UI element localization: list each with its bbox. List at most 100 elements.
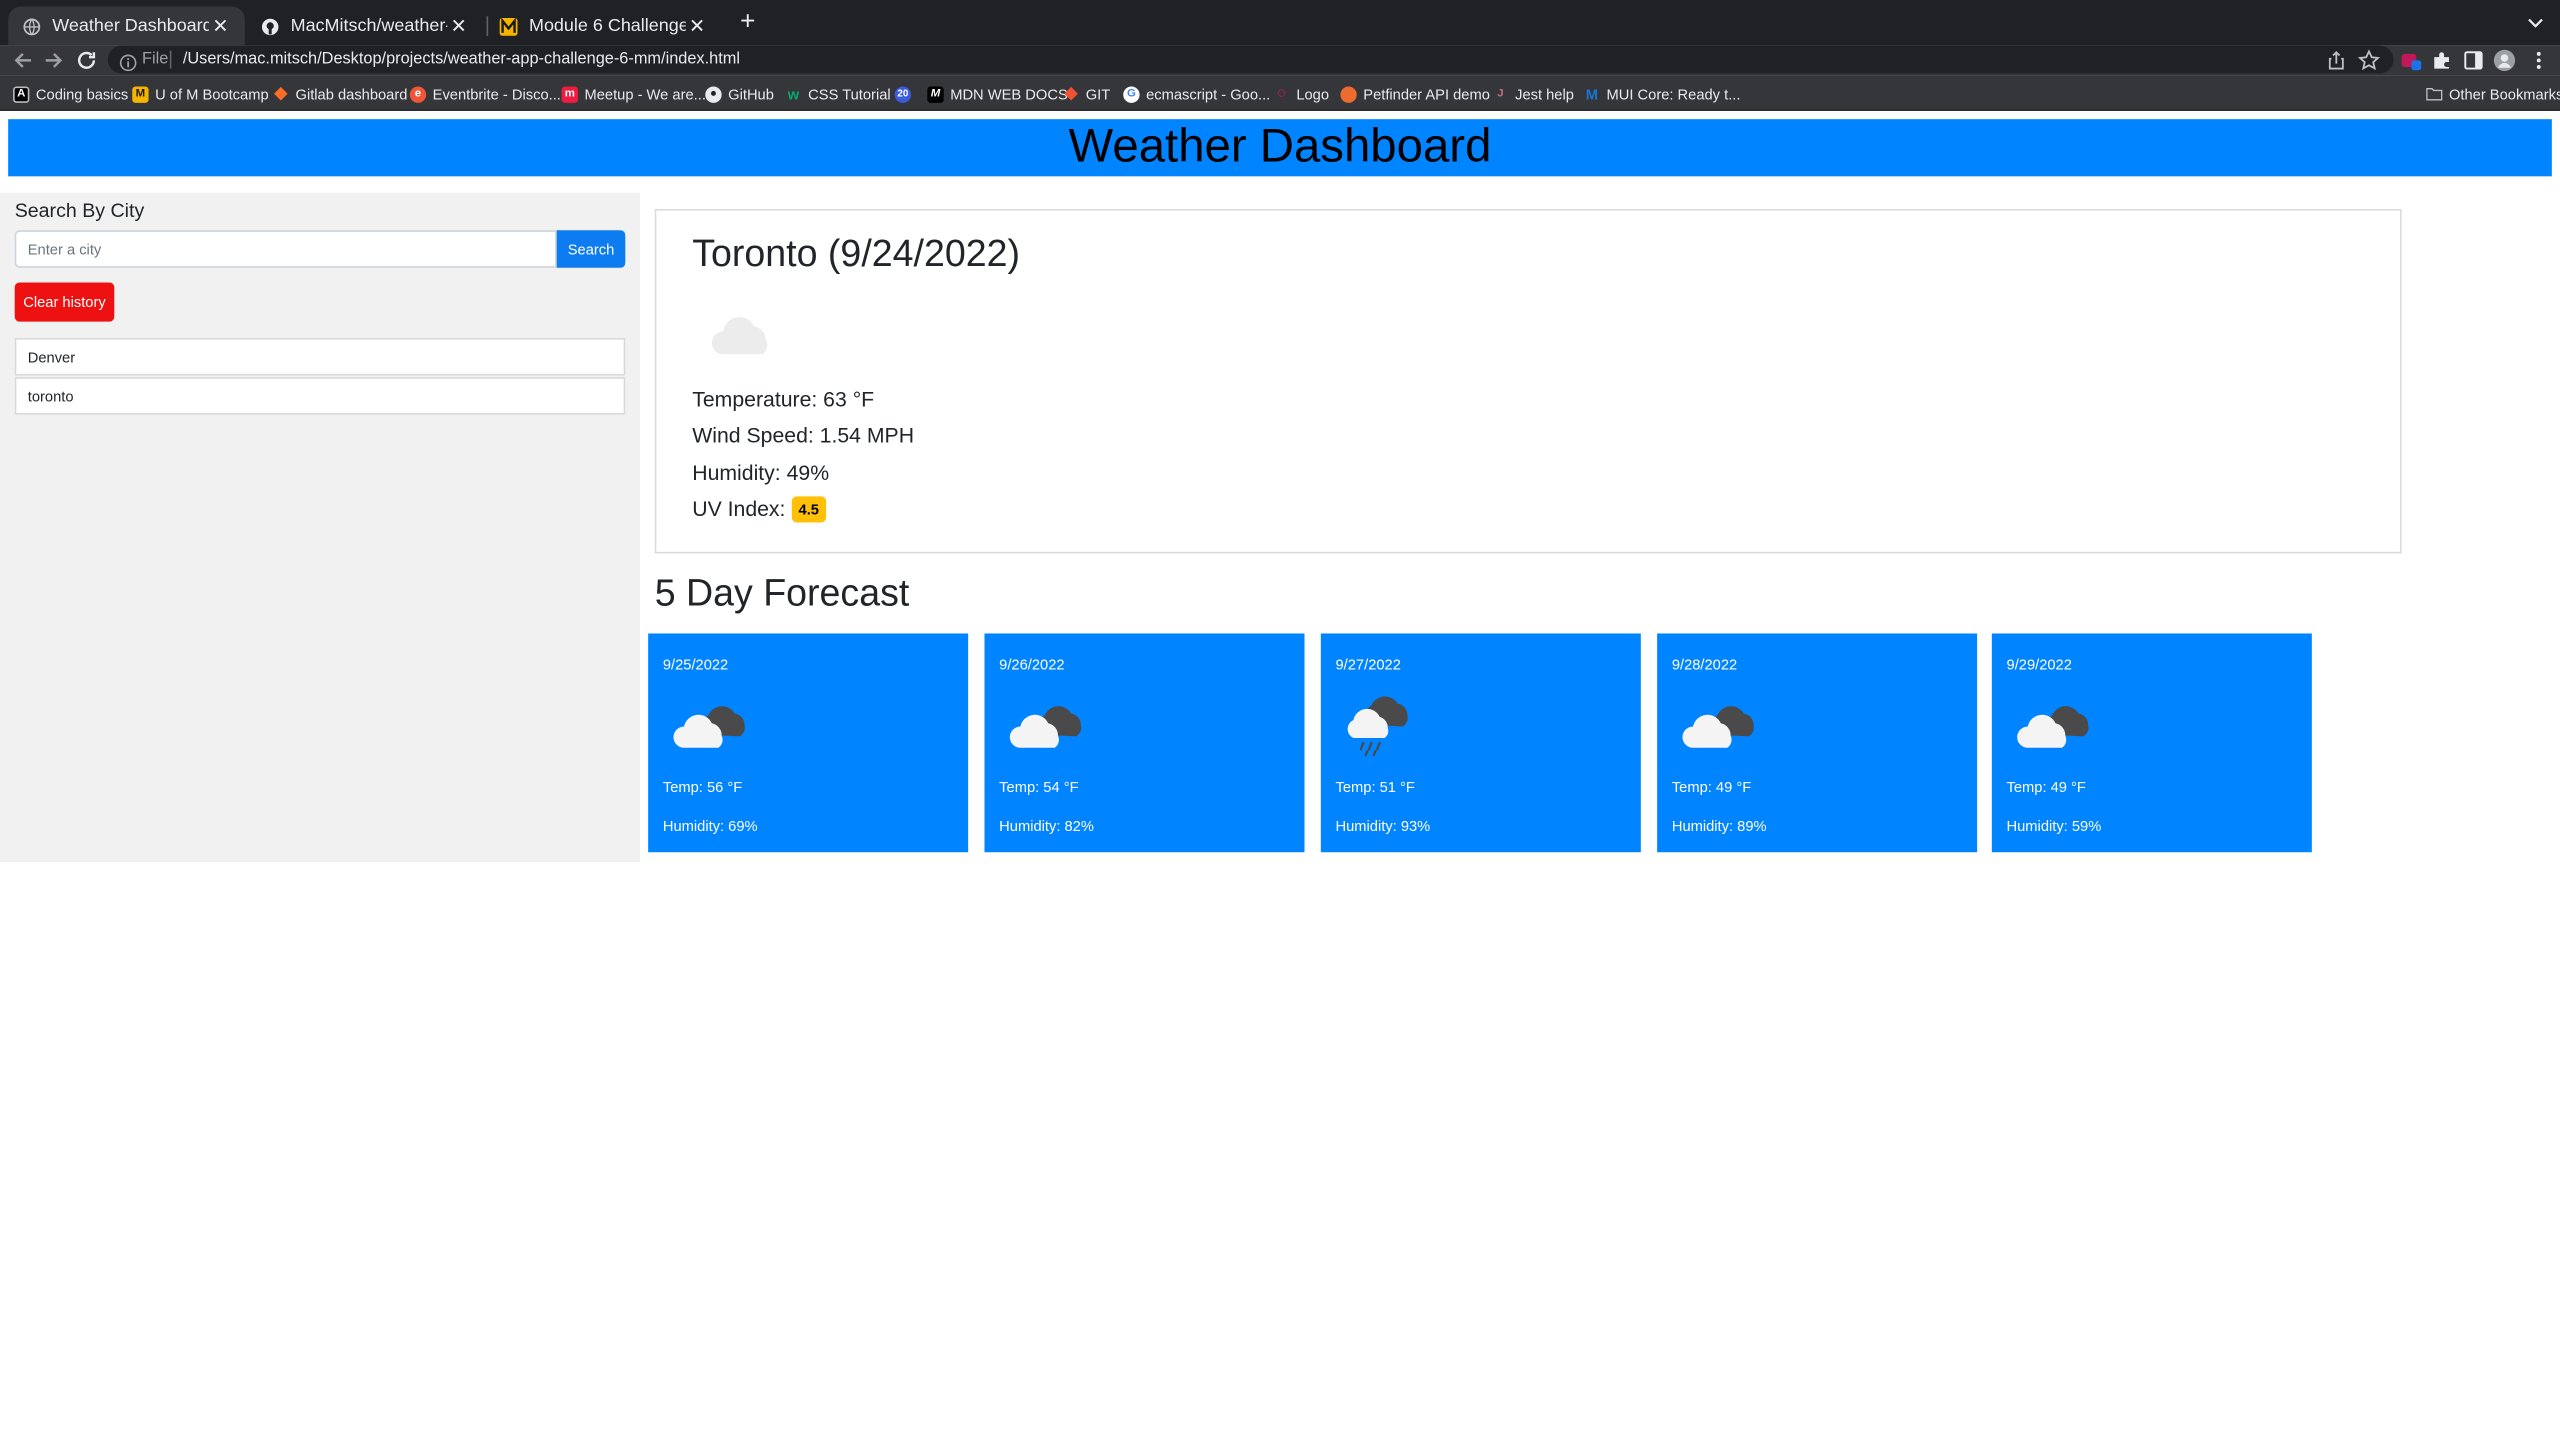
reload-icon[interactable] — [73, 47, 99, 73]
current-temperature: Temperature: 63 °F — [692, 386, 875, 412]
bookmark-jest-help[interactable]: J Jest help — [1492, 83, 1574, 104]
history-item-toronto[interactable]: toronto — [14, 377, 626, 415]
new-tab-plus-icon[interactable]: + — [735, 9, 761, 36]
tab-close-icon[interactable]: ✕ — [209, 15, 232, 38]
bookmark-github[interactable]: ● GitHub — [705, 83, 774, 104]
bookmark-mui-core[interactable]: M MUI Core: Ready t... — [1584, 83, 1741, 104]
share-icon[interactable] — [2325, 49, 2348, 72]
bookmark-logo[interactable]: ○ Logo — [1273, 83, 1329, 104]
chevron-down-icon[interactable] — [2524, 11, 2547, 34]
tab-close-icon[interactable]: ✕ — [447, 15, 470, 38]
forecast-card: 9/27/2022 Temp: 51 °F Humidity: 93% — [1320, 633, 1641, 853]
other-bookmarks[interactable]: Other Bookmarks — [2426, 83, 2560, 104]
bookmark-gitlab-dashboard[interactable]: ◆ Gitlab dashboard — [273, 83, 408, 104]
uv-index-badge: 4.5 — [791, 496, 826, 523]
back-arrow-icon[interactable] — [10, 47, 36, 73]
bootcamp-icon: M — [132, 85, 149, 103]
eventbrite-icon: e — [409, 85, 427, 103]
bookmark-label: Petfinder API demo — [1363, 85, 1490, 103]
forecast-card: 9/25/2022 Temp: 56 °F Humidity: 69% — [648, 633, 969, 853]
bookmark-20-icon: 20 — [894, 85, 912, 103]
forecast-temp: Temp: 56 °F — [662, 778, 743, 796]
forecast-card: 9/26/2022 Temp: 54 °F Humidity: 82% — [984, 633, 1305, 853]
github-icon — [260, 16, 280, 36]
tab-weather-dashboard[interactable]: Weather Dashboard ✕ — [8, 6, 245, 46]
menu-kebab-icon[interactable] — [2527, 49, 2550, 72]
bookmark-label: MUI Core: Ready t... — [1606, 85, 1741, 103]
folder-icon — [2426, 86, 2443, 102]
forward-arrow-icon[interactable] — [41, 47, 67, 73]
current-city-date: Toronto (9/24/2022) — [692, 231, 1020, 275]
bookmark-20[interactable]: 20 — [894, 83, 918, 104]
github-icon: ● — [705, 85, 722, 103]
tab-title: Module 6 Challenge — [528, 16, 686, 36]
bookmark-label: ecmascript - Goo... — [1146, 85, 1271, 103]
broken-clouds-icon — [669, 696, 751, 761]
history-item-denver[interactable]: Denver — [14, 337, 626, 376]
bookmark-git[interactable]: ◆ GIT — [1063, 83, 1110, 104]
forecast-date: 9/26/2022 — [999, 656, 1065, 673]
profile-avatar-icon[interactable] — [2493, 49, 2516, 72]
bookmark-label: GIT — [1085, 85, 1111, 103]
url-text[interactable]: /Users/mac.mitsch/Desktop/projects/weath… — [183, 51, 740, 69]
forecast-title: 5 Day Forecast — [654, 571, 910, 614]
bootcamp-icon — [498, 16, 518, 36]
bookmark-label: Other Bookmarks — [2448, 85, 2560, 103]
forecast-card: 9/29/2022 Temp: 49 °F Humidity: 59% — [1991, 633, 2312, 853]
info-icon[interactable] — [119, 51, 137, 72]
search-sidebar: Search By City Search Clear history Denv… — [0, 192, 640, 863]
forecast-temp: Temp: 49 °F — [2006, 778, 2086, 796]
side-panel-icon[interactable] — [2462, 49, 2485, 72]
tab-close-icon[interactable]: ✕ — [686, 15, 709, 38]
bookmark-meetup[interactable]: m Meetup - We are... — [561, 83, 706, 104]
forecast-temp: Temp: 54 °F — [999, 778, 1079, 796]
bookmark-coding-basics[interactable]: A Coding basics — [13, 83, 128, 104]
bookmark-ecmascript-google[interactable]: G ecmascript - Goo... — [1123, 83, 1270, 104]
bookmark-label: U of M Bootcamp — [155, 85, 269, 103]
bookmark-label: Jest help — [1515, 85, 1574, 103]
search-button[interactable]: Search — [556, 230, 626, 268]
city-search-input[interactable] — [14, 230, 557, 268]
coding-basics-icon: A — [13, 85, 30, 103]
forecast-humidity: Humidity: 93% — [1335, 817, 1431, 835]
cloud-icon — [704, 309, 782, 361]
bookmark-mdn-web-docs[interactable]: M MDN WEB DOCS — [927, 83, 1068, 104]
bookmark-label: MDN WEB DOCS — [950, 85, 1068, 103]
bookmarks-bar: A Coding basics M U of M Bootcamp ◆ Gitl… — [0, 75, 2560, 112]
forecast-humidity: Humidity: 82% — [999, 817, 1094, 835]
git-icon: ◆ — [1064, 84, 1078, 103]
bookmark-css-tutorial[interactable]: w CSS Tutorial — [785, 83, 891, 104]
forecast-date: 9/29/2022 — [2006, 656, 2072, 673]
address-bar[interactable]: File /Users/mac.mitsch/Desktop/projects/… — [107, 45, 2394, 74]
url-scheme-label: File — [142, 50, 169, 69]
extension-badge-icon[interactable] — [2400, 49, 2423, 72]
mdn-icon: M — [927, 85, 944, 103]
forecast-humidity: Humidity: 89% — [1671, 817, 1767, 835]
tab-strip: Weather Dashboard ✕ MacMitsch/weather-ap… — [0, 0, 2560, 46]
bookmark-u-of-m-bootcamp[interactable]: M U of M Bootcamp — [132, 83, 269, 104]
weather-page: Weather Dashboard Search By City Search … — [0, 111, 2560, 1440]
bookmark-label: Meetup - We are... — [584, 85, 706, 103]
jest-icon: J — [1497, 88, 1504, 100]
meetup-icon: m — [561, 85, 578, 103]
tab-github-repo[interactable]: MacMitsch/weather-app-challe ✕ — [247, 7, 484, 46]
petfinder-icon — [1340, 85, 1357, 103]
bookmark-label: Logo — [1296, 85, 1330, 103]
bookmark-petfinder-api[interactable]: Petfinder API demo — [1340, 83, 1490, 104]
search-label: Search By City — [14, 199, 145, 223]
browser-window: Weather Dashboard ✕ MacMitsch/weather-ap… — [0, 0, 2560, 1440]
extensions-puzzle-icon[interactable] — [2431, 49, 2454, 72]
logo-bookmark-icon: ○ — [1276, 84, 1287, 103]
bookmark-label: Coding basics — [35, 85, 129, 103]
bookmark-label: Gitlab dashboard — [295, 85, 408, 103]
bookmark-label: Eventbrite - Disco... — [432, 85, 561, 103]
gitlab-icon: ◆ — [274, 84, 288, 103]
bookmark-eventbrite[interactable]: e Eventbrite - Disco... — [409, 83, 561, 104]
clear-history-button[interactable]: Clear history — [14, 282, 115, 322]
current-weather-card: Toronto (9/24/2022) Temperature: 63 °F W… — [654, 208, 2402, 554]
search-history-list: Denver toronto — [14, 337, 626, 416]
tab-module-6-challenge[interactable]: Module 6 Challenge ✕ — [485, 7, 722, 46]
forecast-temp: Temp: 51 °F — [1335, 778, 1415, 796]
bookmark-star-icon[interactable] — [2357, 49, 2381, 72]
tab-title: MacMitsch/weather-app-challe — [290, 16, 448, 36]
